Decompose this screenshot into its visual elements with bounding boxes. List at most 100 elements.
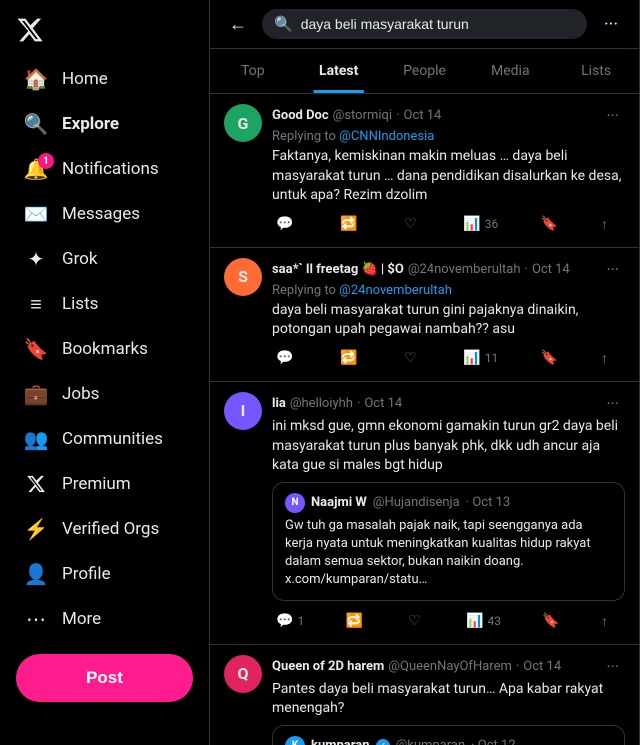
reply-to-handle[interactable]: @CNNIndonesia — [339, 129, 434, 144]
share-button[interactable]: ↑ — [597, 609, 612, 634]
tweet-avatar: I — [224, 392, 262, 430]
retweet-icon: 🔁 — [340, 216, 357, 232]
sidebar: 🏠 Home 🔍 Explore 🔔 Notifications 1 ✉️ Me… — [0, 0, 210, 745]
bookmark-button[interactable]: 🔖 — [537, 212, 562, 236]
sidebar-item-more[interactable]: ⋯ More — [8, 597, 201, 641]
reply-count: 1 — [297, 614, 304, 628]
communities-label: Communities — [62, 429, 163, 449]
quoted-tweet[interactable]: K kumparan ✓ @kumparan · Oct 12 Ditjen P… — [272, 725, 625, 745]
sidebar-item-explore[interactable]: 🔍 Explore — [8, 102, 201, 146]
tweet-options-button[interactable]: ··· — [600, 258, 625, 281]
tweet-options-button[interactable]: ··· — [600, 655, 625, 678]
tweet-actions: 💬 1 🔁 ♡ 📊 43 🔖 — [272, 609, 612, 634]
like-button[interactable]: ♡ — [404, 609, 429, 633]
tweet-feed: G Good Doc @stormiqi · Oct 14 ··· Replyi… — [210, 94, 639, 745]
tweet-content: Good Doc @stormiqi · Oct 14 ··· Replying… — [272, 104, 625, 237]
logo[interactable] — [0, 8, 209, 52]
lists-label: Lists — [62, 294, 98, 314]
sidebar-item-home[interactable]: 🏠 Home — [8, 57, 201, 101]
quoted-name: Naajmi W — [311, 495, 367, 510]
quoted-date: · Oct 13 — [466, 495, 510, 510]
sidebar-item-profile[interactable]: 👤 Profile — [8, 552, 201, 596]
reply-button[interactable]: 💬 — [272, 346, 301, 370]
retweet-button[interactable]: 🔁 — [336, 346, 365, 370]
quoted-name: kumparan — [311, 738, 370, 745]
tab-lists[interactable]: Lists — [553, 49, 639, 93]
tweet-text: Pantes daya beli masyarakat turun… Apa k… — [272, 680, 625, 719]
tab-people[interactable]: People — [382, 49, 468, 93]
share-button[interactable]: ↑ — [597, 346, 612, 371]
quoted-avatar: K — [285, 736, 305, 745]
search-bar-container[interactable]: 🔍 — [262, 9, 587, 39]
tweet-meta: Good Doc @stormiqi · Oct 14 — [272, 108, 441, 123]
search-tabs: TopLatestPeopleMediaLists — [210, 49, 639, 94]
x-logo-icon — [16, 16, 44, 44]
bookmarks-icon: 🔖 — [24, 337, 48, 361]
verified-orgs-label: Verified Orgs — [62, 519, 159, 539]
share-icon: ↑ — [601, 350, 608, 367]
sidebar-item-verified-orgs[interactable]: ⚡ Verified Orgs — [8, 507, 201, 551]
sidebar-item-premium[interactable]: Premium — [8, 462, 201, 506]
views-button[interactable]: 📊 11 — [459, 346, 502, 370]
search-input[interactable] — [301, 16, 575, 32]
bookmark-button[interactable]: 🔖 — [538, 609, 563, 633]
views-button[interactable]: 📊 43 — [462, 609, 505, 633]
tweet-text: Faktanya, kemiskinan makin meluas … daya… — [272, 147, 625, 206]
lists-icon: ≡ — [24, 292, 48, 316]
reply-to-handle[interactable]: @24novemberultah — [339, 283, 452, 298]
tweet-meta: saa*` ll freetag 🍓 | $O @24novemberultah… — [272, 262, 570, 277]
sidebar-item-notifications[interactable]: 🔔 Notifications 1 — [8, 147, 201, 191]
premium-label: Premium — [62, 474, 131, 494]
reply-icon: 💬 — [276, 350, 293, 366]
views-button[interactable]: 📊 36 — [459, 212, 502, 236]
sidebar-item-jobs[interactable]: 💼 Jobs — [8, 372, 201, 416]
tweet-options-button[interactable]: ··· — [600, 392, 625, 415]
verified-orgs-icon: ⚡ — [24, 517, 48, 541]
more-options-button[interactable]: ··· — [595, 8, 627, 40]
bookmark-button[interactable]: 🔖 — [537, 346, 562, 370]
views-count: 36 — [485, 217, 499, 231]
grok-icon: ✦ — [24, 247, 48, 271]
tweet-handle: @QueenNayOfHarem — [388, 659, 512, 674]
retweet-button[interactable]: 🔁 — [341, 609, 370, 633]
explore-icon: 🔍 — [24, 112, 48, 136]
tweet-options-button[interactable]: ··· — [600, 104, 625, 127]
reply-button[interactable]: 💬 — [272, 212, 301, 236]
tab-latest[interactable]: Latest — [296, 49, 382, 93]
back-button[interactable]: ← — [222, 8, 254, 40]
tweet-header: Queen of 2D harem @QueenNayOfHarem · Oct… — [272, 655, 625, 678]
quoted-tweet[interactable]: N Naajmi W @Hujandisenja · Oct 13 Gw tuh… — [272, 482, 625, 601]
reply-button[interactable]: 💬 1 — [272, 609, 308, 633]
heart-icon: ♡ — [404, 216, 417, 232]
tweet-handle: @helloiyhh — [290, 396, 353, 411]
heart-icon: ♡ — [404, 350, 417, 366]
tweet-avatar: S — [224, 258, 262, 296]
tweet-item: G Good Doc @stormiqi · Oct 14 ··· Replyi… — [210, 94, 639, 248]
tab-media[interactable]: Media — [467, 49, 553, 93]
tweet-date: Oct 14 — [532, 262, 570, 277]
post-button[interactable]: Post — [16, 654, 193, 702]
tweet-name: lia — [272, 396, 286, 411]
share-button[interactable]: ↑ — [597, 212, 612, 237]
sidebar-item-messages[interactable]: ✉️ Messages — [8, 192, 201, 236]
sidebar-item-lists[interactable]: ≡ Lists — [8, 282, 201, 326]
sidebar-item-grok[interactable]: ✦ Grok — [8, 237, 201, 281]
tab-top[interactable]: Top — [210, 49, 296, 93]
sidebar-item-bookmarks[interactable]: 🔖 Bookmarks — [8, 327, 201, 371]
tweet-actions: 💬 🔁 ♡ 📊 11 🔖 — [272, 346, 612, 371]
like-button[interactable]: ♡ — [400, 346, 425, 370]
sidebar-item-communities[interactable]: 👥 Communities — [8, 417, 201, 461]
jobs-icon: 💼 — [24, 382, 48, 406]
quoted-handle: @Hujandisenja — [373, 495, 460, 510]
quoted-handle: @kumparan — [396, 738, 466, 745]
bookmark-icon: 🔖 — [541, 216, 558, 232]
reply-icon: 💬 — [276, 613, 293, 629]
retweet-icon: 🔁 — [340, 350, 357, 366]
tweet-name: Good Doc — [272, 108, 329, 123]
retweet-button[interactable]: 🔁 — [336, 212, 365, 236]
tweet-handle: @24novemberultah — [408, 262, 521, 277]
views-icon: 📊 — [463, 216, 480, 232]
notifications-label: Notifications — [62, 159, 159, 179]
like-button[interactable]: ♡ — [400, 212, 425, 236]
quoted-header: N Naajmi W @Hujandisenja · Oct 13 — [285, 493, 612, 513]
